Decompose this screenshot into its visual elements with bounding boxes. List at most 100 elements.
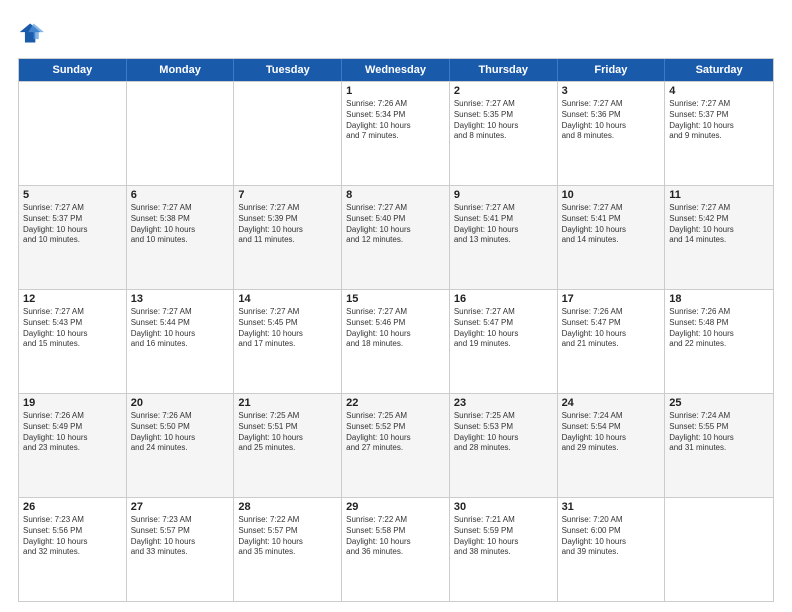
day-info-line: and 14 minutes. xyxy=(669,235,769,246)
day-info-line: Sunset: 5:54 PM xyxy=(562,422,661,433)
day-info-line: Sunrise: 7:27 AM xyxy=(238,307,337,318)
calendar-weekday-thursday: Thursday xyxy=(450,59,558,81)
day-info-line: and 14 minutes. xyxy=(562,235,661,246)
day-info-line: Sunset: 5:46 PM xyxy=(346,318,445,329)
calendar-cell: 19Sunrise: 7:26 AMSunset: 5:49 PMDayligh… xyxy=(19,394,127,497)
day-info-line: Daylight: 10 hours xyxy=(562,433,661,444)
day-info-line: Sunset: 5:44 PM xyxy=(131,318,230,329)
day-info-line: and 23 minutes. xyxy=(23,443,122,454)
day-number: 12 xyxy=(23,293,122,305)
day-info-line: Daylight: 10 hours xyxy=(454,121,553,132)
calendar-cell: 8Sunrise: 7:27 AMSunset: 5:40 PMDaylight… xyxy=(342,186,450,289)
day-number: 27 xyxy=(131,501,230,513)
day-info-line: Sunrise: 7:27 AM xyxy=(23,203,122,214)
calendar-cell: 4Sunrise: 7:27 AMSunset: 5:37 PMDaylight… xyxy=(665,82,773,185)
day-info-line: Sunrise: 7:22 AM xyxy=(238,515,337,526)
day-info-line: and 25 minutes. xyxy=(238,443,337,454)
day-info-line: and 32 minutes. xyxy=(23,547,122,558)
day-info-line: Daylight: 10 hours xyxy=(669,225,769,236)
day-info-line: Sunset: 5:47 PM xyxy=(562,318,661,329)
calendar-cell: 22Sunrise: 7:25 AMSunset: 5:52 PMDayligh… xyxy=(342,394,450,497)
day-info-line: and 22 minutes. xyxy=(669,339,769,350)
day-info-line: Sunset: 6:00 PM xyxy=(562,526,661,537)
day-info-line: Sunrise: 7:21 AM xyxy=(454,515,553,526)
day-number: 24 xyxy=(562,397,661,409)
day-number: 26 xyxy=(23,501,122,513)
day-number: 31 xyxy=(562,501,661,513)
calendar-cell: 31 Sunrise: 7:20 AMSunset: 6:00 PMDayligh… xyxy=(558,498,666,601)
day-number: 29 xyxy=(346,501,445,513)
calendar-cell: 28Sunrise: 7:22 AMSunset: 5:57 PMDayligh… xyxy=(234,498,342,601)
day-info-line: and 13 minutes. xyxy=(454,235,553,246)
day-info-line: Sunset: 5:45 PM xyxy=(238,318,337,329)
day-info-line: Sunrise: 7:25 AM xyxy=(454,411,553,422)
day-info-line: Sunset: 5:53 PM xyxy=(454,422,553,433)
day-info-line: and 31 minutes. xyxy=(669,443,769,454)
calendar-cell: 1Sunrise: 7:26 AMSunset: 5:34 PMDaylight… xyxy=(342,82,450,185)
day-info-line: Sunrise: 7:26 AM xyxy=(131,411,230,422)
calendar-cell xyxy=(234,82,342,185)
day-info-line: Sunset: 5:58 PM xyxy=(346,526,445,537)
day-info-line: Daylight: 10 hours xyxy=(669,329,769,340)
calendar-weekday-sunday: Sunday xyxy=(19,59,127,81)
day-number: 8 xyxy=(346,189,445,201)
day-info-line: Daylight: 10 hours xyxy=(562,329,661,340)
day-info-line: Daylight: 10 hours xyxy=(238,225,337,236)
day-info-line: Daylight: 10 hours xyxy=(346,121,445,132)
day-info-line: Sunset: 5:41 PM xyxy=(454,214,553,225)
calendar-cell: 27Sunrise: 7:23 AMSunset: 5:57 PMDayligh… xyxy=(127,498,235,601)
day-info-line: Daylight: 10 hours xyxy=(669,121,769,132)
day-info-line: and 36 minutes. xyxy=(346,547,445,558)
day-info-line: Sunset: 5:52 PM xyxy=(346,422,445,433)
day-info-line: Daylight: 10 hours xyxy=(238,329,337,340)
day-info-line: Sunset: 5:38 PM xyxy=(131,214,230,225)
day-info-line: Daylight: 10 hours xyxy=(23,225,122,236)
day-number: 3 xyxy=(562,85,661,97)
day-info-line: Sunset: 5:49 PM xyxy=(23,422,122,433)
day-info-line: Sunrise: 7:27 AM xyxy=(346,307,445,318)
day-info-line: Daylight: 10 hours xyxy=(131,329,230,340)
day-info-line: Daylight: 10 hours xyxy=(346,329,445,340)
day-info-line: and 19 minutes. xyxy=(454,339,553,350)
calendar-weekday-wednesday: Wednesday xyxy=(342,59,450,81)
day-number: 5 xyxy=(23,189,122,201)
day-info-line: Sunset: 5:41 PM xyxy=(562,214,661,225)
day-info-line: Sunset: 5:55 PM xyxy=(669,422,769,433)
day-info-line: Sunset: 5:36 PM xyxy=(562,110,661,121)
day-number: 10 xyxy=(562,189,661,201)
day-info-line: Sunrise: 7:27 AM xyxy=(454,203,553,214)
day-info-line: and 8 minutes. xyxy=(562,131,661,142)
day-info-line: Sunset: 5:57 PM xyxy=(131,526,230,537)
day-info-line: Sunset: 5:47 PM xyxy=(454,318,553,329)
day-number: 1 xyxy=(346,85,445,97)
calendar-cell: 13Sunrise: 7:27 AMSunset: 5:44 PMDayligh… xyxy=(127,290,235,393)
day-info-line: and 21 minutes. xyxy=(562,339,661,350)
day-info-line: Sunset: 5:48 PM xyxy=(669,318,769,329)
calendar-weekday-monday: Monday xyxy=(127,59,235,81)
day-info-line: Daylight: 10 hours xyxy=(346,537,445,548)
calendar-cell: 23Sunrise: 7:25 AMSunset: 5:53 PMDayligh… xyxy=(450,394,558,497)
day-info-line: Daylight: 10 hours xyxy=(238,537,337,548)
day-info-line: Sunrise: 7:24 AM xyxy=(562,411,661,422)
calendar-cell: 26Sunrise: 7:23 AMSunset: 5:56 PMDayligh… xyxy=(19,498,127,601)
day-number: 23 xyxy=(454,397,553,409)
day-info-line: and 12 minutes. xyxy=(346,235,445,246)
day-info-line: and 24 minutes. xyxy=(131,443,230,454)
calendar-cell: 12Sunrise: 7:27 AMSunset: 5:43 PMDayligh… xyxy=(19,290,127,393)
calendar-cell: 3Sunrise: 7:27 AMSunset: 5:36 PMDaylight… xyxy=(558,82,666,185)
calendar-cell: 14Sunrise: 7:27 AMSunset: 5:45 PMDayligh… xyxy=(234,290,342,393)
day-info-line: Daylight: 10 hours xyxy=(562,225,661,236)
day-info-line: Sunrise: 7:20 AM xyxy=(562,515,661,526)
calendar-weekday-saturday: Saturday xyxy=(665,59,773,81)
calendar-header-row: SundayMondayTuesdayWednesdayThursdayFrid… xyxy=(19,59,773,81)
calendar-cell: 16Sunrise: 7:27 AMSunset: 5:47 PMDayligh… xyxy=(450,290,558,393)
calendar-week-3: 12Sunrise: 7:27 AMSunset: 5:43 PMDayligh… xyxy=(19,289,773,393)
day-info-line: Daylight: 10 hours xyxy=(562,537,661,548)
day-number: 17 xyxy=(562,293,661,305)
day-info-line: and 27 minutes. xyxy=(346,443,445,454)
calendar-cell: 17Sunrise: 7:26 AMSunset: 5:47 PMDayligh… xyxy=(558,290,666,393)
day-info-line: Sunset: 5:42 PM xyxy=(669,214,769,225)
calendar-week-1: 1Sunrise: 7:26 AMSunset: 5:34 PMDaylight… xyxy=(19,81,773,185)
day-info-line: and 35 minutes. xyxy=(238,547,337,558)
day-info-line: Sunset: 5:37 PM xyxy=(23,214,122,225)
